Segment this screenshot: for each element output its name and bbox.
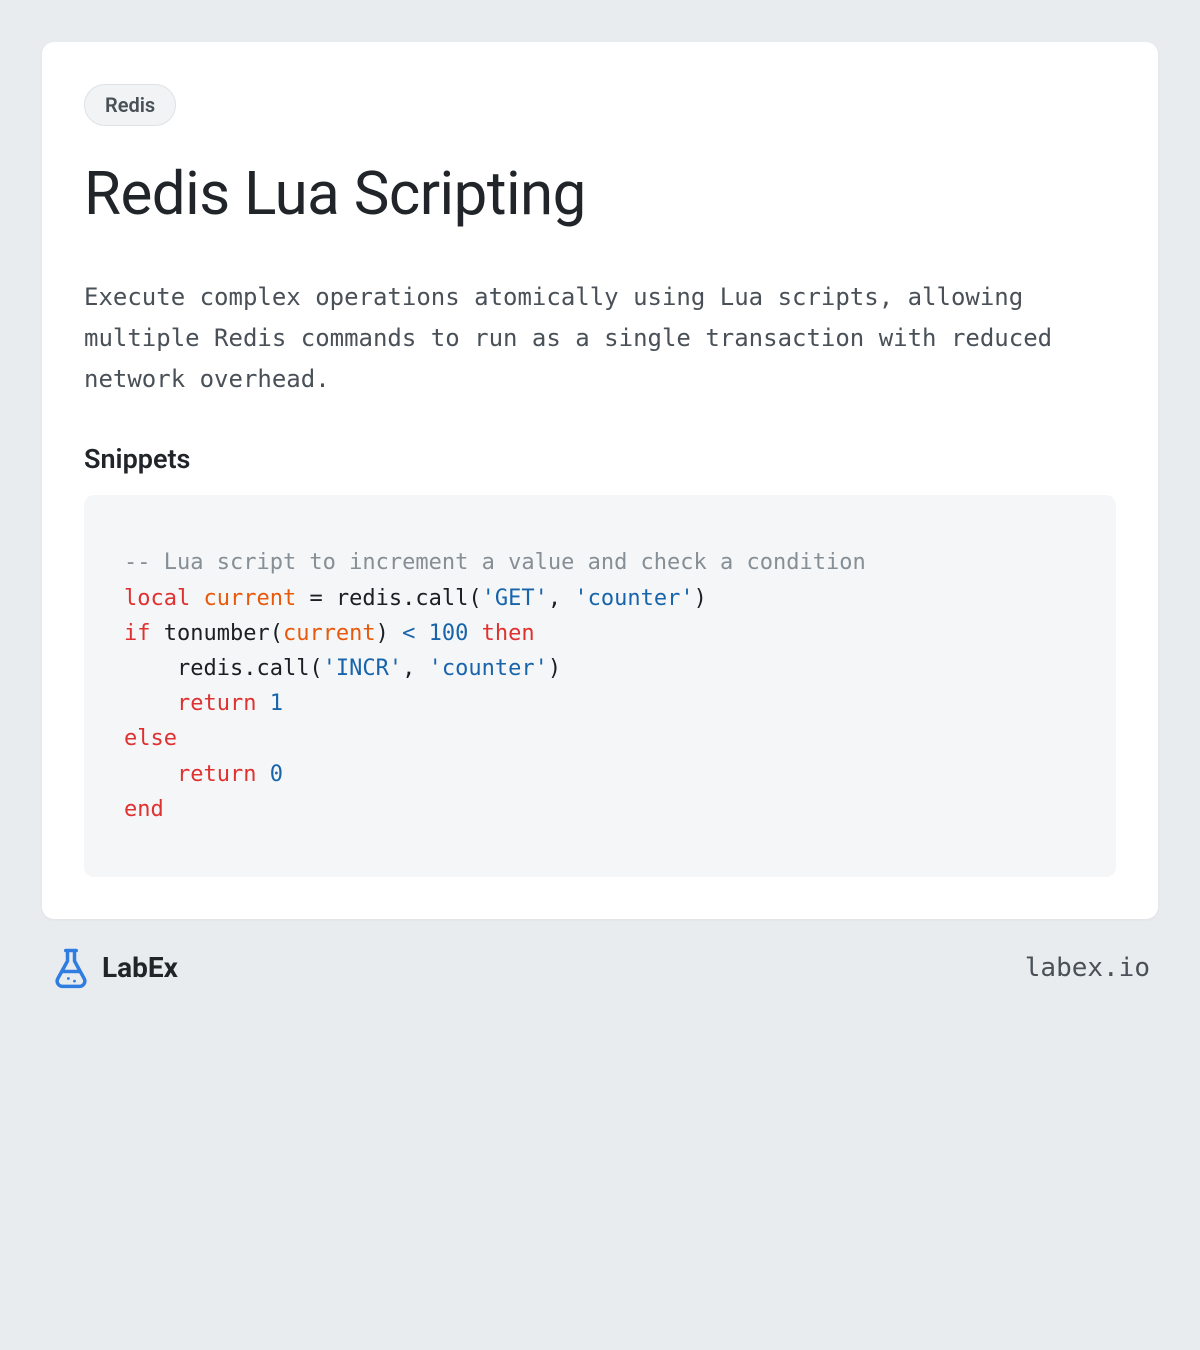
page-title: Redis Lua Scripting [84, 158, 1116, 229]
brand-name: LabEx [102, 951, 178, 984]
footer: LabEx labex.io [42, 919, 1158, 989]
brand-block: LabEx [50, 947, 178, 989]
description-text: Execute complex operations atomically us… [84, 277, 1116, 399]
code-snippet: -- Lua script to increment a value and c… [84, 495, 1116, 877]
flask-icon [50, 947, 92, 989]
snippets-heading: Snippets [84, 443, 1116, 475]
footer-url: labex.io [1025, 953, 1150, 983]
category-tag: Redis [84, 84, 176, 126]
content-card: Redis Redis Lua Scripting Execute comple… [42, 42, 1158, 919]
